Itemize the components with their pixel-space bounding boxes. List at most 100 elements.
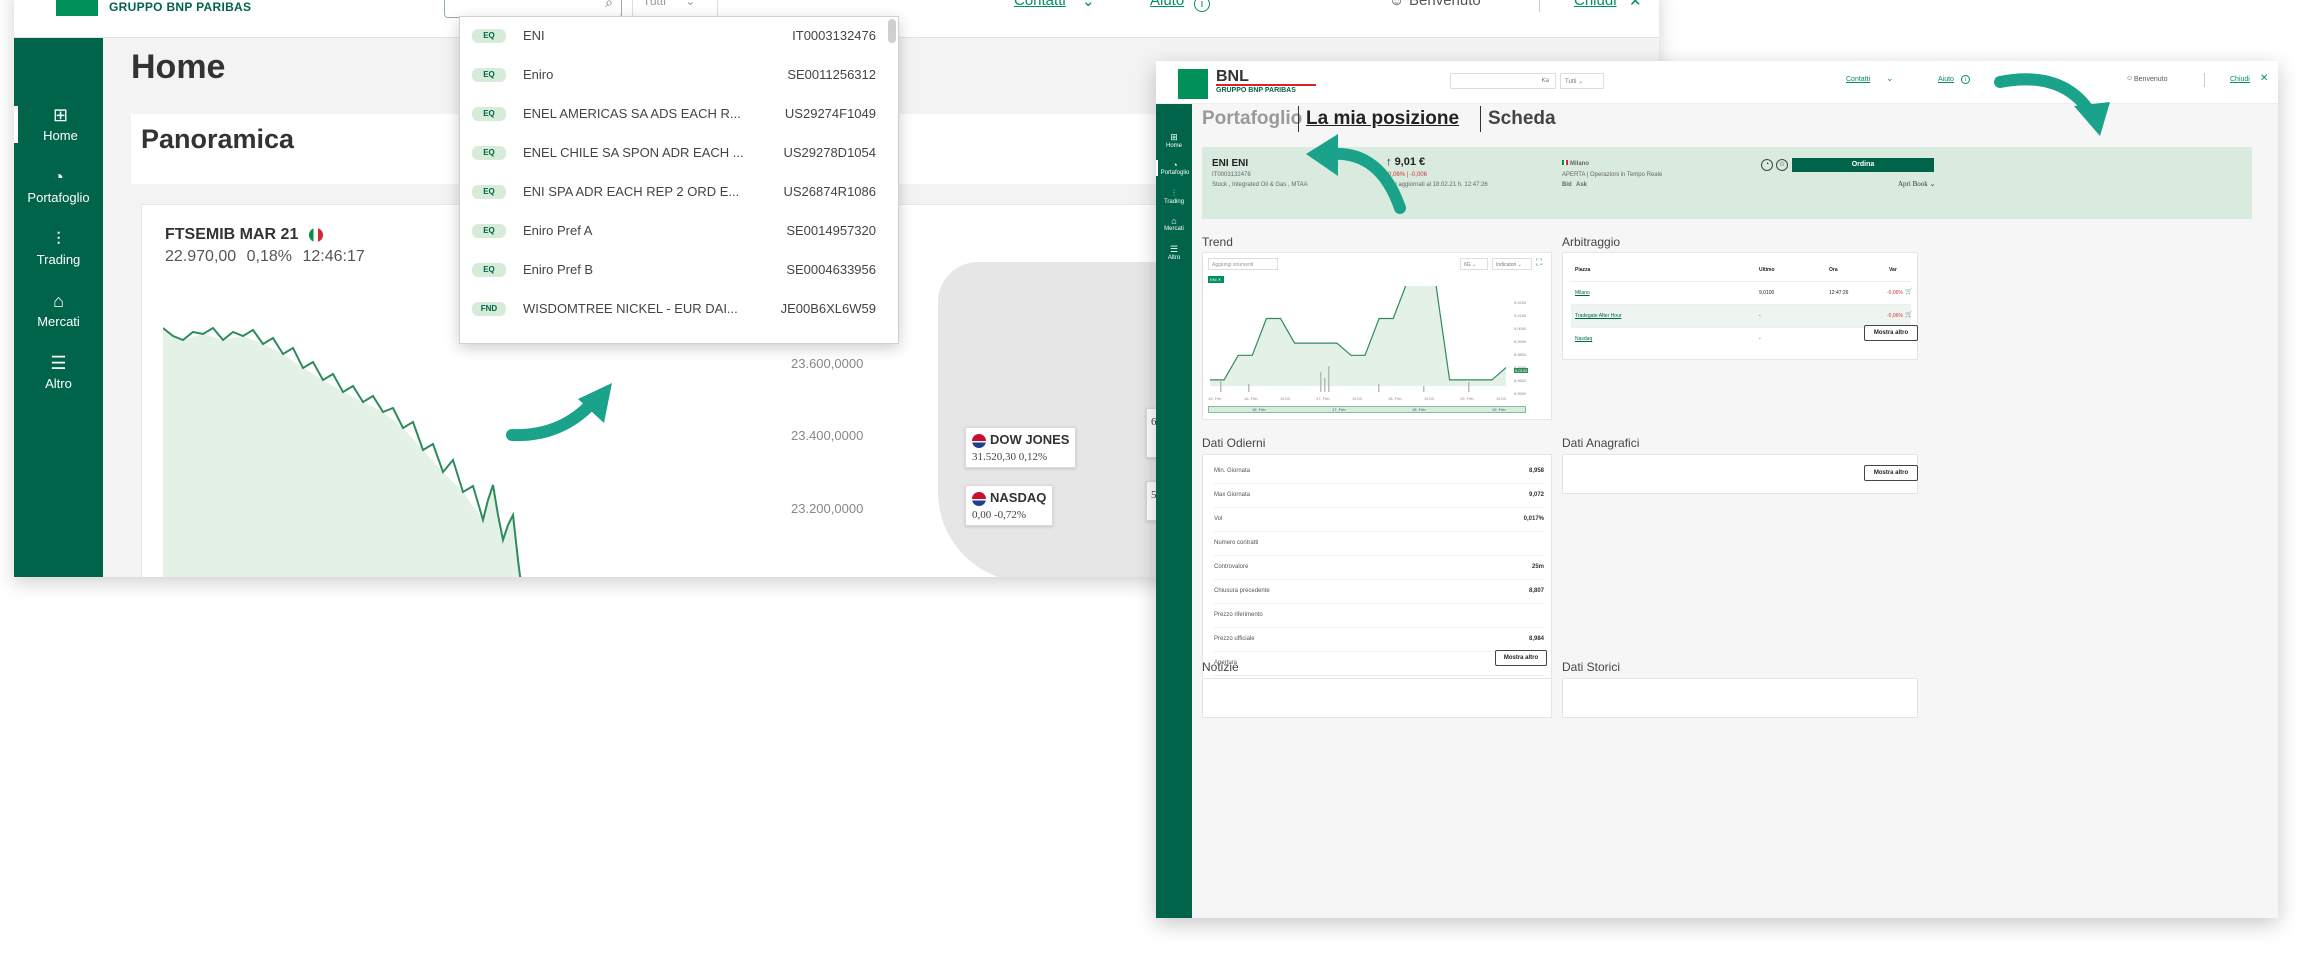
- x-tick: 15. Feb: [1208, 396, 1222, 401]
- ultimo-value: 9,0100: [1759, 290, 1775, 296]
- market-box-nasdaq[interactable]: NASDAQ 0,00 -0,72%: [965, 485, 1054, 526]
- chiudi-link[interactable]: Chiudi: [1574, 0, 1617, 9]
- user-icon[interactable]: ☺: [1389, 0, 1404, 9]
- search-result-item[interactable]: EQ ENI SPA ADR EACH REP 2 ORD E... US26874…: [460, 173, 898, 212]
- sidebar: ⊞ Home ◔ Portafoglio ⫶ Trading ⌂ Mercati ☰ Al…: [1156, 104, 1192, 918]
- sidebar-item-trading[interactable]: ⫶ Trading: [14, 230, 103, 267]
- table-header: Piazza Ultimo Ora Var: [1571, 259, 1911, 282]
- market-value: 0,00: [972, 508, 992, 521]
- market-box-dowjones[interactable]: DOW JONES 31.520,30 0,12%: [965, 427, 1077, 468]
- sidebar-item-home[interactable]: ⊞ Home: [1156, 132, 1192, 149]
- search-result-item[interactable]: FND WISDOMTREE NICKEL - EUR DAI... JE00B6X…: [460, 290, 898, 329]
- row-label: Chiusura precedente: [1214, 588, 1270, 594]
- ftse-line-chart: [163, 326, 522, 577]
- cart-icon[interactable]: 🛒: [1905, 288, 1912, 295]
- ftse-name[interactable]: FTSEMIB MAR 21: [165, 226, 323, 244]
- sidebar-item-label: Portafoglio: [27, 190, 90, 205]
- close-icon[interactable]: ✕: [2260, 73, 2268, 84]
- y-tick: 23.200,0000: [791, 501, 864, 516]
- row-value: 8,958: [1528, 468, 1544, 474]
- bnl-logo[interactable]: [1178, 69, 1208, 99]
- alert-icon[interactable]: ◔: [1761, 159, 1773, 171]
- table-row[interactable]: Milano 9,0100 12:47:26 -0,06% 🛒: [1571, 282, 1912, 305]
- search-input[interactable]: Ka: [1450, 73, 1556, 89]
- market-value: 31.520,30: [972, 450, 1016, 463]
- search-result-item[interactable]: EQ ENI IT0003132476: [460, 17, 898, 56]
- annotation-arrow: [1306, 134, 1406, 214]
- chevron-down-icon[interactable]: ⌄: [1082, 0, 1095, 10]
- piazza-link[interactable]: Nasdaq: [1575, 336, 1592, 342]
- chiudi-link[interactable]: Chiudi: [2230, 76, 2250, 83]
- table-row[interactable]: Tradegate After Hour - -0,06% 🛒: [1571, 305, 1912, 328]
- user-icon[interactable]: ☺: [2126, 75, 2133, 82]
- chevron-down-icon[interactable]: ⌄: [1886, 73, 1894, 84]
- navigator-tick: 17. Feb: [1332, 407, 1346, 412]
- search-result-item[interactable]: EQ Eniro Pref B SE0004633956: [460, 251, 898, 290]
- sidebar-item-label: Trading: [36, 252, 81, 267]
- trading-icon: ⫶: [1172, 188, 1176, 198]
- search-icon[interactable]: ⌕: [605, 0, 613, 11]
- sidebar-item-mercati[interactable]: ⌂ Mercati: [1156, 216, 1192, 232]
- piazza-link[interactable]: Tradegate After Hour: [1575, 313, 1622, 319]
- column-header: Ora: [1829, 267, 1838, 273]
- ftse-stats: 22.970,00 0,18% 12:46:17: [165, 248, 365, 266]
- fullscreen-icon[interactable]: ⛶: [1536, 257, 1542, 268]
- watchlist-icon[interactable]: ☆: [1776, 159, 1788, 171]
- tab-portafoglio[interactable]: Portafoglio: [1202, 108, 1302, 130]
- instrument-isin: IT0003132476: [1212, 172, 1251, 178]
- tab-scheda[interactable]: Scheda: [1488, 108, 1556, 130]
- filter-value: Tutti: [643, 0, 666, 8]
- dati-anagrafici-more-button[interactable]: Mostra altro: [1864, 465, 1918, 481]
- filter-select[interactable]: Tutti ⌄: [1560, 73, 1604, 89]
- sidebar-item-altro[interactable]: ☰ Altro: [14, 354, 103, 391]
- ordina-button[interactable]: Ordina: [1792, 158, 1934, 172]
- row-label: Vol: [1214, 516, 1223, 522]
- apri-book-link[interactable]: Apri Book ⌄: [1898, 180, 1935, 188]
- aiuto-link[interactable]: Aiuto: [1938, 76, 1954, 83]
- navigator-tick: 16. Feb: [1252, 407, 1266, 412]
- x-tick: 19. Feb: [1460, 396, 1474, 401]
- trading-icon: ⫶: [56, 229, 61, 249]
- ultimo-value: -: [1759, 336, 1761, 342]
- sidebar-item-altro[interactable]: ☰ Altro: [1156, 244, 1192, 261]
- search-result-item[interactable]: EQ ENEL AMERICAS SA ADS EACH R... US29274F…: [460, 95, 898, 134]
- aiuto-link[interactable]: Aiuto: [1150, 0, 1184, 9]
- column-header: Piazza: [1575, 267, 1591, 273]
- sidebar-item-trading[interactable]: ⫶ Trading: [1156, 188, 1192, 205]
- indicators-select[interactable]: Indicatori ⌄: [1492, 258, 1532, 270]
- period-select[interactable]: 6G ⌄: [1460, 258, 1488, 270]
- sidebar-item-label: Mercati: [1164, 226, 1184, 232]
- search-result-item[interactable]: EQ ENEL CHILE SA SPON ADR EACH ... US29278…: [460, 134, 898, 173]
- add-instrument-input[interactable]: Aggiungi strumenti: [1208, 258, 1278, 270]
- home-icon: ⊞: [1170, 132, 1178, 142]
- search-result-item[interactable]: EQ Eniro SE0011256312: [460, 56, 898, 95]
- row-label: Prezzo ufficiale: [1214, 636, 1255, 642]
- sidebar-item-portafoglio[interactable]: ◔ Portafoglio: [1156, 160, 1192, 176]
- bnl-logo[interactable]: [56, 0, 98, 16]
- cart-icon[interactable]: 🛒: [1905, 311, 1912, 318]
- row-label: Numero contratti: [1214, 540, 1259, 546]
- result-name: Eniro Pref B: [523, 262, 594, 277]
- bid-label: Bid: [1562, 182, 1572, 188]
- series-tag[interactable]: ENI ✕: [1208, 276, 1224, 283]
- arbitraggio-more-button[interactable]: Mostra altro: [1864, 325, 1918, 341]
- table-row[interactable]: Nasdaq - - 🛒: [1571, 328, 1912, 351]
- result-code: US29278D1054: [783, 145, 876, 160]
- info-icon[interactable]: i: [1194, 0, 1210, 12]
- tab-la-mia-posizione[interactable]: La mia posizione: [1306, 108, 1459, 130]
- sidebar-item-mercati[interactable]: ⌂ Mercati: [14, 292, 103, 329]
- piazza-link[interactable]: Milano: [1575, 290, 1590, 296]
- sidebar-item-portafoglio[interactable]: ◔ Portafoglio: [14, 168, 103, 205]
- dati-anagrafici-title: Dati Anagrafici: [1562, 436, 1640, 450]
- sidebar-item-label: Portafoglio: [1160, 170, 1190, 176]
- contatti-link[interactable]: Contatti: [1846, 76, 1870, 83]
- sidebar-item-home[interactable]: ⊞ Home: [14, 106, 103, 143]
- search-result-item[interactable]: EQ Eniro Pref A SE0014957320: [460, 212, 898, 251]
- chevron-down-icon: ⌄: [685, 0, 696, 8]
- info-icon[interactable]: i: [1961, 75, 1970, 84]
- market-status: APERTA | Operazioni in Tempo Reale: [1562, 172, 1663, 178]
- contatti-link[interactable]: Contatti: [1014, 0, 1066, 9]
- dati-odierni-more-button[interactable]: Mostra altro: [1495, 650, 1547, 666]
- type-badge: EQ: [472, 107, 506, 121]
- close-icon[interactable]: ✕: [1629, 0, 1642, 10]
